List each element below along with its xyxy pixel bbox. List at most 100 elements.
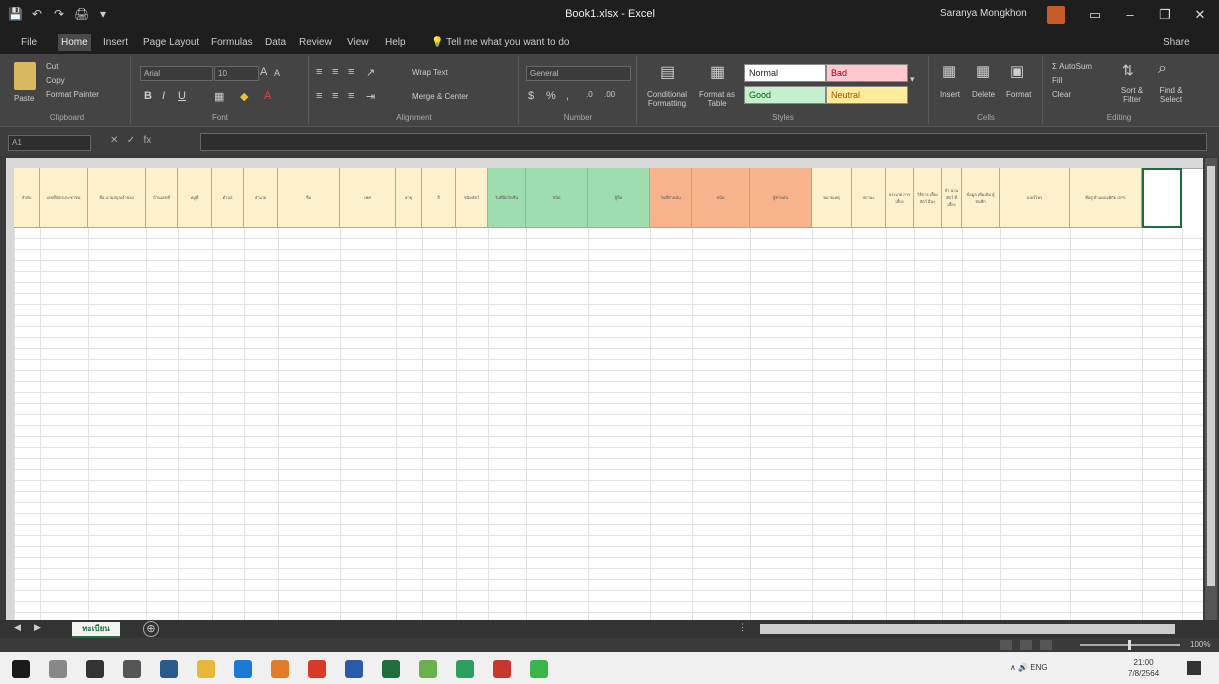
share-button[interactable]: Share xyxy=(1160,34,1193,51)
autosum-button[interactable]: Σ AutoSum xyxy=(1052,62,1092,71)
line-icon[interactable] xyxy=(530,660,548,678)
style-normal[interactable]: Normal xyxy=(744,64,826,82)
fill-color-icon[interactable]: ◆ xyxy=(240,90,248,103)
comma-icon[interactable]: , xyxy=(566,90,569,102)
store-icon[interactable] xyxy=(160,660,178,678)
header-cell[interactable]: เลขที่บัตรประชาชน xyxy=(40,168,88,228)
cancel-formula-icon[interactable]: ✕ xyxy=(110,135,118,146)
chrome-alt-icon[interactable] xyxy=(456,660,474,678)
fill-button[interactable]: Fill xyxy=(1052,76,1062,85)
decrease-decimal-icon[interactable]: .00 xyxy=(604,90,615,99)
header-cell[interactable]: ที่อยู่ ตำแหน่งพิกัด GPS xyxy=(1070,168,1142,228)
orientation-icon[interactable]: ↗ xyxy=(366,66,375,79)
header-cell[interactable]: ตำบล xyxy=(212,168,244,228)
delete-cells-icon[interactable]: ▦ xyxy=(976,62,990,80)
align-bottom-icon[interactable]: ≡ xyxy=(348,66,354,78)
header-cell[interactable]: ชนิด xyxy=(692,168,750,228)
find-select-icon[interactable]: ⌕ xyxy=(1158,60,1167,78)
paste-icon[interactable] xyxy=(14,62,36,90)
style-neutral[interactable]: Neutral xyxy=(826,86,908,104)
increase-font-icon[interactable]: A xyxy=(260,66,267,78)
header-cell[interactable]: ชนิดสัตว์ xyxy=(456,168,488,228)
chrome-icon[interactable] xyxy=(308,660,326,678)
font-name-select[interactable]: Arial xyxy=(140,66,213,81)
number-format-select[interactable]: General xyxy=(526,66,631,81)
header-cell[interactable]: หมู่ที่ xyxy=(178,168,212,228)
page-break-view-icon[interactable] xyxy=(1040,640,1052,650)
edge-icon[interactable] xyxy=(234,660,252,678)
enter-formula-icon[interactable]: ✓ xyxy=(127,135,135,146)
search-icon[interactable] xyxy=(49,660,67,678)
copy-button[interactable]: Copy xyxy=(46,76,65,85)
photos-icon[interactable] xyxy=(271,660,289,678)
formula-input[interactable] xyxy=(200,133,1207,151)
format-cells-icon[interactable]: ▣ xyxy=(1010,62,1024,80)
style-bad[interactable]: Bad xyxy=(826,64,908,82)
minimize-button[interactable]: – xyxy=(1115,4,1145,26)
excel-icon[interactable] xyxy=(382,660,400,678)
font-size-select[interactable]: 10 xyxy=(214,66,259,81)
style-good[interactable]: Good xyxy=(744,86,826,104)
tell-me-search[interactable]: 💡 Tell me what you want to do xyxy=(428,34,572,51)
save-icon[interactable]: 💾 xyxy=(8,7,23,21)
sheet-tab-scroll-icon[interactable]: ⋮ xyxy=(738,622,747,633)
header-cell[interactable]: วันที่ฉีดวัคซีน xyxy=(488,168,526,228)
header-cell[interactable]: ประเภท การ เลี้ยง xyxy=(886,168,914,228)
borders-icon[interactable]: ▦ xyxy=(214,90,224,103)
tab-view[interactable]: View xyxy=(344,34,372,51)
ribbon-display-icon[interactable]: ▭ xyxy=(1080,4,1110,26)
header-cell[interactable]: เบอร์โทร xyxy=(1000,168,1070,228)
underline-icon[interactable]: U xyxy=(178,90,186,102)
worksheet[interactable]: ลำดับ เลขที่บัตรประชาชน ชื่อ-นามสกุลเจ้าขอ… xyxy=(6,158,1203,620)
close-button[interactable]: ✕ xyxy=(1185,4,1215,26)
header-cell[interactable]: เพศ xyxy=(340,168,396,228)
task-view-icon[interactable] xyxy=(123,660,141,678)
font-color-icon[interactable]: A xyxy=(264,90,271,102)
zoom-level[interactable]: 100% xyxy=(1190,640,1210,649)
header-cell[interactable]: ผู้ทำหมัน xyxy=(750,168,812,228)
indent-icon[interactable]: ⇥ xyxy=(366,90,375,103)
undo-icon[interactable]: ↶ xyxy=(30,7,44,21)
bold-icon[interactable]: B xyxy=(144,90,152,102)
sort-filter-icon[interactable]: ⇅ xyxy=(1122,62,1134,79)
word-icon[interactable] xyxy=(345,660,363,678)
align-right-icon[interactable]: ≡ xyxy=(348,90,354,102)
paste-button[interactable]: Paste xyxy=(14,94,34,103)
header-cell[interactable]: บ้านเลขที่ xyxy=(146,168,178,228)
vertical-scroll-thumb[interactable] xyxy=(1207,166,1215,586)
tab-file[interactable]: File xyxy=(18,34,40,51)
user-name[interactable]: Saranya Mongkhon xyxy=(940,8,1027,19)
zoom-slider-knob[interactable] xyxy=(1128,640,1131,650)
align-left-icon[interactable]: ≡ xyxy=(316,90,322,102)
file-explorer-icon[interactable] xyxy=(197,660,215,678)
tab-page-layout[interactable]: Page Layout xyxy=(140,34,202,51)
sheet-next-icon[interactable]: ▶ xyxy=(34,622,41,633)
header-cell[interactable]: สี xyxy=(422,168,456,228)
page-layout-view-icon[interactable] xyxy=(1020,640,1032,650)
tab-home[interactable]: Home xyxy=(58,34,91,51)
align-center-icon[interactable]: ≡ xyxy=(332,90,338,102)
insert-function-icon[interactable]: fx xyxy=(143,135,151,146)
conditional-formatting-button[interactable]: Conditional Formatting xyxy=(642,90,692,108)
header-cell[interactable]: อำเภอ xyxy=(244,168,278,228)
normal-view-icon[interactable] xyxy=(1000,640,1012,650)
header-cell[interactable]: อายุ xyxy=(396,168,422,228)
vertical-scrollbar[interactable] xyxy=(1205,158,1217,620)
format-cells-button[interactable]: Format xyxy=(1006,90,1031,99)
header-cell[interactable]: ลำดับ xyxy=(14,168,40,228)
align-top-icon[interactable]: ≡ xyxy=(316,66,322,78)
format-as-table-icon[interactable]: ▦ xyxy=(710,62,725,82)
pdf-icon[interactable] xyxy=(493,660,511,678)
header-cell[interactable]: วันที่ทำหมัน xyxy=(650,168,692,228)
merge-center-button[interactable]: Merge & Center xyxy=(412,92,468,101)
tab-insert[interactable]: Insert xyxy=(100,34,131,51)
horizontal-scrollbar[interactable] xyxy=(760,624,1175,634)
print-icon[interactable]: 🖨 xyxy=(74,7,89,21)
styles-more-icon[interactable]: ▾ xyxy=(910,74,915,85)
tab-data[interactable]: Data xyxy=(262,34,289,51)
tab-help[interactable]: Help xyxy=(382,34,409,51)
sort-filter-button[interactable]: Sort & Filter xyxy=(1114,86,1150,104)
cut-button[interactable]: Cut xyxy=(46,62,58,71)
conditional-formatting-icon[interactable]: ▤ xyxy=(660,62,675,82)
app-green-icon[interactable] xyxy=(419,660,437,678)
